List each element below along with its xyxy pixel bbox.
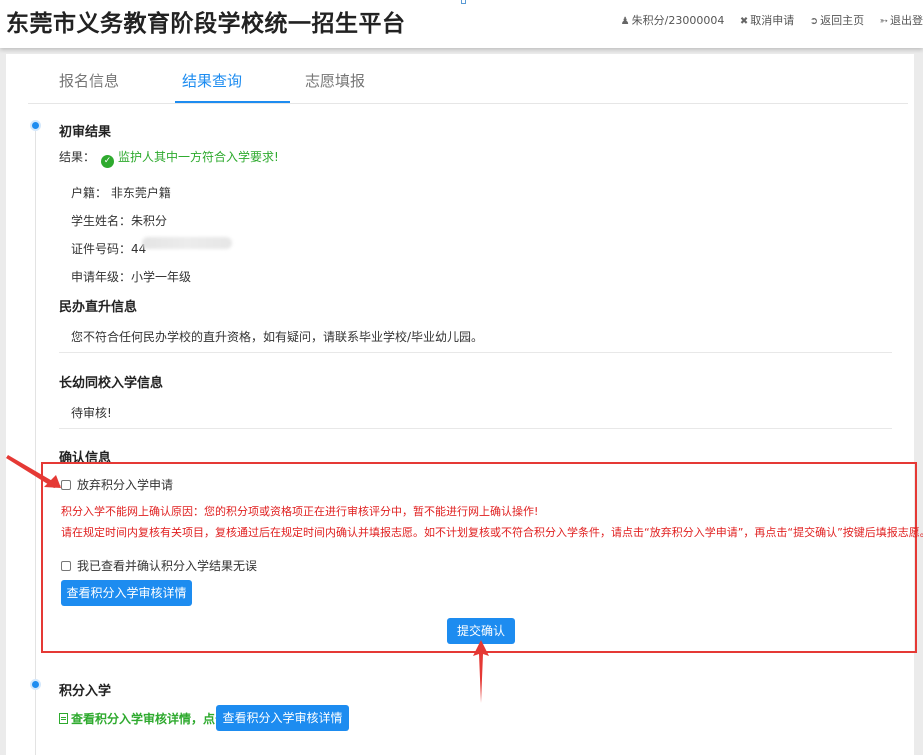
top-header: 东莞市义务教育阶段学校统一招生平台 ♟ 朱积分/23000004 ✖ 取消申请 ➲ 返…	[0, 0, 923, 48]
timeline-dot	[30, 679, 41, 690]
prelim-result: 结果： ✓ 监护人其中一方符合入学要求!	[59, 150, 279, 168]
hukou-info: 户籍： 非东莞户籍	[71, 186, 171, 200]
divider	[59, 428, 892, 429]
private-school-title: 民办直升信息	[59, 300, 138, 315]
timeline-line	[35, 128, 36, 755]
long-term-title: 长幼同校入学信息	[59, 376, 164, 391]
cancel-application-link[interactable]: ✖ 取消申请	[740, 12, 794, 28]
tab-result-query[interactable]: 结果查询	[182, 70, 242, 91]
annotation-arrow-icon	[473, 640, 489, 703]
private-school-text: 您不符合任何民办学校的直升资格，如有疑问，请联系毕业学校/毕业幼儿园。	[71, 330, 484, 344]
verified-checkbox[interactable]	[61, 561, 71, 571]
site-title: 东莞市义务教育阶段学校统一招生平台	[6, 11, 406, 37]
main-panel: 报名信息 结果查询 志愿填报 初审结果 结果： ✓ 监护人其中一方符合入学要求! 户…	[6, 54, 923, 755]
sign-out-icon: ➳	[879, 16, 888, 27]
focus-indicator	[461, 0, 466, 4]
user-info[interactable]: ♟ 朱积分/23000004	[621, 12, 725, 28]
redacted-id	[142, 237, 232, 249]
sign-in-icon: ➲	[809, 16, 819, 27]
long-term-text: 待审核!	[71, 406, 112, 420]
divider	[59, 352, 892, 353]
abandon-checkbox-row[interactable]: 放弃积分入学申请	[61, 476, 173, 493]
abandon-checkbox[interactable]	[61, 480, 71, 490]
document-icon	[59, 713, 68, 724]
tab-volunteer-fill[interactable]: 志愿填报	[305, 70, 365, 91]
active-tab-underline	[175, 101, 290, 103]
id-number: 证件号码：44	[71, 242, 147, 256]
annotation-arrow-icon	[6, 455, 61, 488]
verified-checkbox-row[interactable]: 我已查看并确认积分入学结果无误	[61, 557, 257, 574]
view-points-detail-button[interactable]: 查看积分入学审核详情	[61, 580, 192, 606]
prelim-title: 初审结果	[59, 125, 112, 140]
reason-line-2: 请在规定时间内复核有关项目，复核通过后在规定时间内确认并填报志愿。如不计划复核或…	[61, 526, 923, 539]
points-link-text: 查看积分入学审核详情，点击	[59, 710, 227, 727]
check-circle-icon: ✓	[101, 155, 115, 168]
confirm-highlight-box: 放弃积分入学申请 积分入学不能网上确认原因：您的积分项或资格项正在进行审核评分中…	[41, 462, 923, 653]
points-view-detail-button[interactable]: 查看积分入学审核详情	[216, 705, 349, 731]
timeline-dot	[30, 120, 41, 131]
reason-line-1: 积分入学不能网上确认原因：您的积分项或资格项正在进行审核评分中，暂不能进行网上确…	[61, 505, 539, 518]
header-actions: ♟ 朱积分/23000004 ✖ 取消申请 ➲ 返回主页 ➳ 退出登	[609, 12, 923, 28]
home-link[interactable]: ➲ 返回主页	[810, 12, 864, 28]
student-name: 学生姓名：朱积分	[71, 214, 168, 228]
close-icon: ✖	[739, 16, 749, 27]
tab-registration-info[interactable]: 报名信息	[59, 70, 119, 91]
points-title: 积分入学	[59, 684, 112, 699]
tab-bar: 报名信息 结果查询 志愿填报	[28, 54, 908, 104]
apply-grade: 申请年级：小学一年级	[71, 270, 192, 284]
user-icon: ♟	[620, 16, 630, 27]
logout-link[interactable]: ➳ 退出登	[880, 12, 923, 28]
